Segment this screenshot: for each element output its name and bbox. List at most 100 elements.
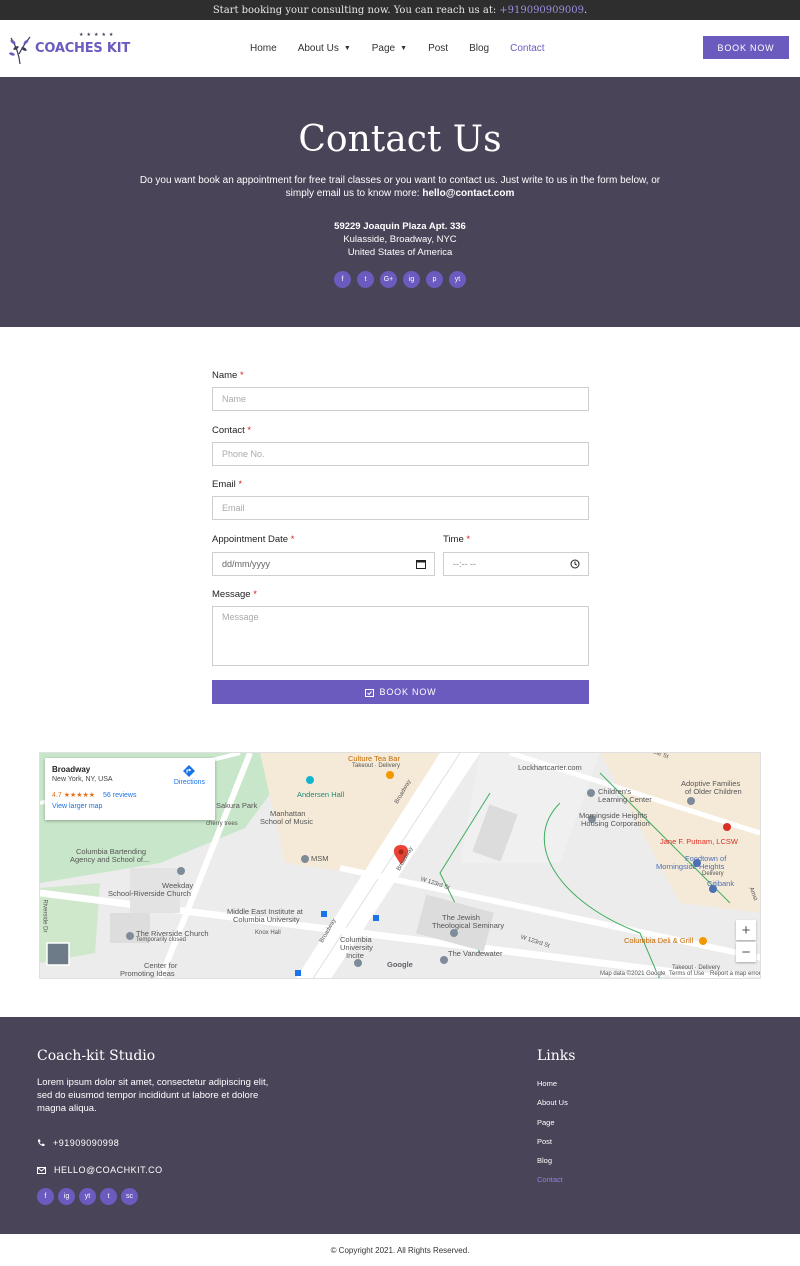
- nav-item-page-label: Page: [371, 43, 396, 54]
- copyright: © Copyright 2021. All Rights Reserved.: [330, 1245, 470, 1255]
- page-title: Contact Us: [298, 119, 502, 160]
- required-marker: *: [238, 479, 243, 490]
- map-label-msm: MSM: [311, 854, 329, 863]
- directions-label: Directions: [173, 779, 205, 786]
- book-now-submit-label: BOOK NOW: [379, 687, 437, 697]
- name-input[interactable]: Name: [212, 387, 589, 411]
- footer-link-about-us[interactable]: About Us: [537, 1098, 568, 1117]
- clock-icon[interactable]: [570, 559, 580, 569]
- book-now-nav-button[interactable]: BOOK NOW: [703, 36, 789, 59]
- map-label-childrens-2: Learning Center: [598, 795, 652, 804]
- map-label-temp-closed: Temporarily closed: [136, 937, 187, 943]
- nav-item-about-us[interactable]: About Us ▼: [298, 43, 351, 54]
- map-terms-link[interactable]: Terms of Use: [669, 971, 705, 977]
- map-label-knox: Knox Hall: [255, 930, 281, 936]
- contact-label: Contact *: [212, 425, 251, 436]
- footer-social-links: f ig yt t sc: [37, 1188, 138, 1205]
- appointment-date-input[interactable]: dd/mm/yyyy: [212, 552, 435, 576]
- hero-lead-text: Do you want book an appointment for free…: [139, 175, 661, 199]
- stars-decoration-icon: ★★★★★: [79, 32, 117, 38]
- required-marker: *: [247, 425, 252, 436]
- time-label-text: Time: [443, 534, 464, 545]
- instagram-icon[interactable]: ig: [58, 1188, 75, 1205]
- map-reviews-link[interactable]: 56 reviews: [103, 792, 136, 799]
- contact-hero: Contact Us Do you want book an appointme…: [0, 77, 800, 327]
- address-line-2: Kulasside, Broadway, NYC: [343, 234, 457, 245]
- facebook-icon[interactable]: f: [334, 271, 351, 288]
- address-line-3: United States of America: [347, 247, 453, 258]
- envelope-icon: [37, 1166, 46, 1174]
- top-announcement-bar: Start booking your consulting now. You c…: [0, 0, 800, 20]
- map-label-lockhart: Lockhartcarter.com: [518, 763, 582, 772]
- map-label-center-2: Promoting Ideas: [120, 969, 175, 978]
- footer-studio-title: Coach-kit Studio: [37, 1048, 156, 1064]
- hero-address: 59229 Joaquin Plaza Apt. 336 Kulasside, …: [0, 220, 800, 259]
- directions-button[interactable]: Directions: [174, 765, 205, 786]
- time-field-group: Time *: [443, 534, 470, 545]
- footer-link-blog[interactable]: Blog: [537, 1156, 568, 1175]
- message-label: Message *: [212, 589, 257, 600]
- map-label-riverside-dr: Riverside Dr: [41, 899, 48, 933]
- zoom-out-button[interactable]: −: [736, 942, 756, 962]
- email-label-text: Email: [212, 479, 236, 490]
- map-label-morningside-2: Housing Corporation: [581, 819, 650, 828]
- soundcloud-icon[interactable]: sc: [121, 1188, 138, 1205]
- email-input[interactable]: Email: [212, 496, 589, 520]
- nav-item-contact[interactable]: Contact: [510, 43, 544, 54]
- map-label-foodtown-2: Morningside Heights: [656, 862, 725, 871]
- email-label: Email *: [212, 479, 242, 490]
- footer-link-post[interactable]: Post: [537, 1137, 568, 1156]
- google-logo: Google: [387, 960, 413, 969]
- map-label-columbia-3: Incite: [346, 951, 364, 960]
- footer-phone[interactable]: +91909090998: [37, 1138, 119, 1148]
- map-label-culture: Culture Tea Bar: [348, 754, 400, 763]
- view-larger-map-link[interactable]: View larger map: [52, 803, 208, 810]
- location-map[interactable]: Culture Tea Bar Takeout · Delivery Lockh…: [39, 752, 761, 979]
- hero-email-link[interactable]: hello@contact.com: [422, 188, 514, 199]
- map-label-deli: Columbia Deli & Grill: [624, 936, 694, 945]
- footer-link-home[interactable]: Home: [537, 1079, 568, 1098]
- zoom-in-button[interactable]: +: [736, 920, 756, 940]
- footer-studio-text: Lorem ipsum dolor sit amet, consectetur …: [37, 1077, 269, 1114]
- twitter-icon[interactable]: t: [357, 271, 374, 288]
- map-report-link[interactable]: Report a map error: [710, 971, 760, 977]
- nav-item-home[interactable]: Home: [250, 43, 277, 54]
- nav-menu: Home About Us ▼ Page ▼ Post Blog Contact: [250, 20, 566, 77]
- hero-social-links: f t G+ ig p yt: [0, 271, 800, 288]
- calendar-icon[interactable]: [416, 559, 426, 569]
- directions-icon: [183, 765, 196, 777]
- footer-link-page[interactable]: Page: [537, 1118, 568, 1137]
- map-label-vandewater: The Vandewater: [448, 949, 503, 958]
- date-field-group: Appointment Date *: [212, 534, 294, 545]
- book-now-submit-button[interactable]: BOOK NOW: [212, 680, 589, 704]
- footer-email[interactable]: HELLO@COACHKIT.CO: [37, 1165, 163, 1175]
- required-marker: *: [290, 534, 295, 545]
- twitter-icon[interactable]: t: [100, 1188, 117, 1205]
- message-label-text: Message: [212, 589, 251, 600]
- nav-item-blog[interactable]: Blog: [469, 43, 489, 54]
- contact-input[interactable]: Phone No.: [212, 442, 589, 466]
- message-textarea[interactable]: Message: [212, 606, 589, 666]
- required-marker: *: [466, 534, 471, 545]
- map-label-jewish-2: Theological Seminary: [432, 921, 505, 930]
- announcement-text: Start booking your consulting now. You c…: [212, 4, 497, 16]
- announcement-period: .: [583, 4, 588, 16]
- nav-item-post[interactable]: Post: [428, 43, 448, 54]
- google-plus-icon[interactable]: G+: [380, 271, 397, 288]
- map-label-middle-east-2: Columbia University: [233, 915, 300, 924]
- calendar-check-icon: [364, 688, 374, 697]
- instagram-icon[interactable]: ig: [403, 271, 420, 288]
- time-input[interactable]: --:-- --: [443, 552, 589, 576]
- nav-item-page[interactable]: Page ▼: [372, 43, 407, 54]
- map-label-foodtown-3: Delivery: [702, 871, 724, 877]
- youtube-icon[interactable]: yt: [449, 271, 466, 288]
- footer-link-contact[interactable]: Contact: [537, 1175, 568, 1194]
- brand-logo[interactable]: ★★★★★ COACHES KIT: [6, 32, 130, 66]
- footer-links-title: Links: [537, 1048, 576, 1064]
- facebook-icon[interactable]: f: [37, 1188, 54, 1205]
- youtube-icon[interactable]: yt: [79, 1188, 96, 1205]
- pinterest-icon[interactable]: p: [426, 271, 443, 288]
- announcement-phone-link[interactable]: +919090909009: [499, 5, 584, 16]
- footer-links-list: Home About Us Page Post Blog Contact: [537, 1079, 568, 1195]
- chevron-down-icon: ▼: [400, 45, 408, 52]
